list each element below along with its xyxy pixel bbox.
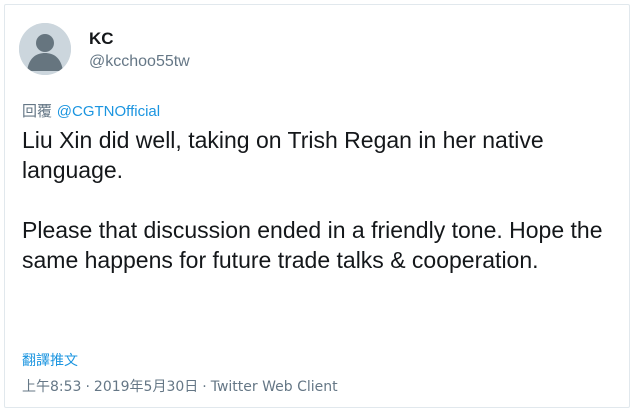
- user-handle[interactable]: @kcchoo55tw: [89, 53, 190, 71]
- tweet-card: KC @kcchoo55tw 回覆 @CGTNOfficial Liu Xin …: [4, 4, 630, 408]
- avatar[interactable]: [19, 23, 71, 75]
- tweet-time[interactable]: 上午8:53: [22, 379, 81, 395]
- meta-separator: ·: [202, 379, 207, 395]
- reply-context: 回覆 @CGTNOfficial: [22, 100, 160, 121]
- default-avatar-icon: [19, 23, 71, 75]
- tweet-paragraph: Liu Xin did well, taking on Trish Regan …: [22, 127, 544, 183]
- tweet-meta: 上午8:53 · 2019年5月30日 · Twitter Web Client: [22, 376, 338, 396]
- tweet-date[interactable]: 2019年5月30日: [94, 379, 198, 395]
- tweet-text: Liu Xin did well, taking on Trish Regan …: [22, 125, 622, 275]
- meta-separator: ·: [85, 379, 90, 395]
- translate-tweet-link[interactable]: 翻譯推文: [22, 350, 78, 370]
- reply-mention-link[interactable]: @CGTNOfficial: [57, 103, 160, 120]
- reply-prefix: 回覆: [22, 102, 53, 120]
- user-display-name[interactable]: KC: [89, 29, 114, 49]
- tweet-paragraph: Please that discussion ended in a friend…: [22, 217, 603, 273]
- tweet-client[interactable]: Twitter Web Client: [211, 379, 338, 395]
